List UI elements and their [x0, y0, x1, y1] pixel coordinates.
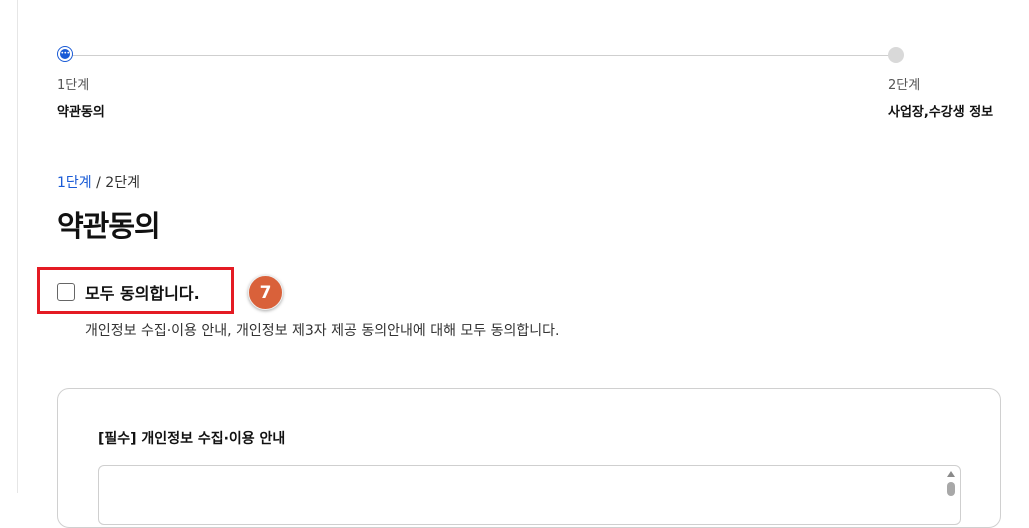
terms-content-textarea[interactable]: [98, 465, 961, 525]
breadcrumb-separator: /: [91, 175, 106, 191]
scroll-up-arrow-icon[interactable]: [947, 471, 955, 477]
terms-card-title: [필수] 개인정보 수집·이용 안내: [98, 431, 286, 447]
agree-all-label[interactable]: 모두 동의합니다.: [85, 280, 200, 304]
breadcrumb: 1단계 / 2단계: [57, 172, 140, 192]
more-dots-icon: •••: [60, 50, 70, 57]
step-1-name: 약관동의: [57, 105, 105, 120]
breadcrumb-current: 1단계: [57, 175, 92, 191]
step-2-indicator: [888, 47, 904, 63]
page-left-border: [17, 0, 18, 493]
page-title: 약관동의: [57, 209, 161, 243]
step-1-indicator: •••: [57, 46, 73, 62]
breadcrumb-total: 2단계: [105, 175, 140, 191]
step-2-name: 사업장,수강생 정보: [888, 105, 994, 120]
agree-all-checkbox[interactable]: [57, 283, 75, 301]
annotation-step-badge: 7: [248, 275, 283, 310]
scroll-thumb[interactable]: [947, 482, 955, 496]
terms-scrollbar[interactable]: [943, 468, 959, 496]
agree-all-description: 개인정보 수집·이용 안내, 개인정보 제3자 제공 동의안내에 대해 모두 동…: [85, 323, 560, 339]
stepper-track: [66, 55, 896, 56]
step-1-number: 1단계: [57, 78, 90, 93]
agree-all-row[interactable]: 모두 동의합니다.: [57, 281, 200, 303]
step-2-number: 2단계: [888, 78, 921, 93]
